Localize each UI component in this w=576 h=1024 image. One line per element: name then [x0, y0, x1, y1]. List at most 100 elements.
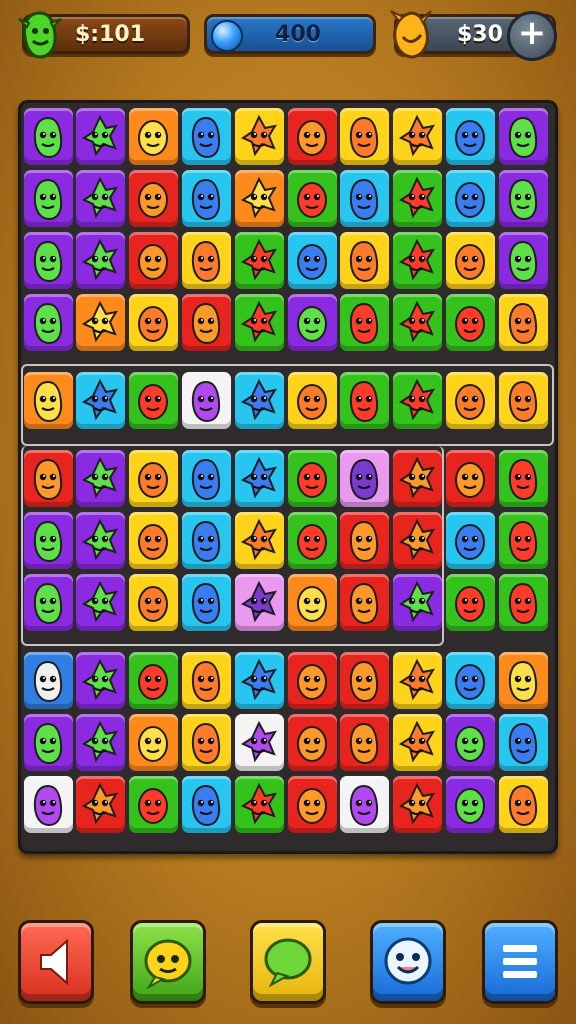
board-tile[interactable] [393, 450, 442, 507]
board-tile[interactable] [288, 232, 337, 289]
board-tile[interactable] [393, 294, 442, 351]
board-tile[interactable] [340, 714, 389, 771]
board-tile[interactable] [235, 294, 284, 351]
board-tile[interactable] [182, 714, 231, 771]
board-tile[interactable] [393, 232, 442, 289]
board-tile[interactable] [235, 714, 284, 771]
board-tile[interactable] [24, 108, 73, 165]
board-tile[interactable] [235, 574, 284, 631]
board-tile[interactable] [499, 652, 548, 709]
board-tile[interactable] [24, 372, 73, 429]
board-tile[interactable] [340, 232, 389, 289]
board-tile[interactable] [340, 776, 389, 833]
board-tile[interactable] [129, 776, 178, 833]
board-tile[interactable] [499, 776, 548, 833]
board-tile[interactable] [446, 108, 495, 165]
board-tile[interactable] [182, 776, 231, 833]
board-tile[interactable] [24, 294, 73, 351]
board-tile[interactable] [76, 108, 125, 165]
board-tile[interactable] [76, 294, 125, 351]
board-tile[interactable] [288, 294, 337, 351]
board-tile[interactable] [446, 450, 495, 507]
board-tile[interactable] [76, 512, 125, 569]
board-tile[interactable] [446, 372, 495, 429]
board-tile[interactable] [288, 170, 337, 227]
board-tile[interactable] [235, 512, 284, 569]
board-tile[interactable] [340, 652, 389, 709]
hint-button[interactable] [130, 920, 206, 1004]
board-tile[interactable] [76, 652, 125, 709]
add-coins-button[interactable]: + [507, 11, 557, 61]
board-tile[interactable] [235, 652, 284, 709]
board-tile[interactable] [129, 294, 178, 351]
board-tile[interactable] [235, 170, 284, 227]
board-tile[interactable] [499, 512, 548, 569]
board-tile[interactable] [393, 652, 442, 709]
board-tile[interactable] [129, 372, 178, 429]
board-tile[interactable] [129, 170, 178, 227]
board-tile[interactable] [24, 512, 73, 569]
board-tile[interactable] [393, 372, 442, 429]
board-tile[interactable] [499, 232, 548, 289]
board-tile[interactable] [340, 170, 389, 227]
board-tile[interactable] [129, 108, 178, 165]
board-tile[interactable] [76, 776, 125, 833]
board-tile[interactable] [446, 294, 495, 351]
board-tile[interactable] [235, 372, 284, 429]
board-tile[interactable] [288, 450, 337, 507]
board-tile[interactable] [499, 170, 548, 227]
board-tile[interactable] [499, 714, 548, 771]
board-tile[interactable] [288, 372, 337, 429]
board-tile[interactable] [235, 108, 284, 165]
board-tile[interactable] [182, 294, 231, 351]
board-tile[interactable] [446, 170, 495, 227]
board-tile[interactable] [340, 372, 389, 429]
board-tile[interactable] [24, 714, 73, 771]
board-tile[interactable] [24, 574, 73, 631]
board-tile[interactable] [288, 512, 337, 569]
board-tile[interactable] [182, 450, 231, 507]
board-tile[interactable] [446, 714, 495, 771]
board-tile[interactable] [340, 108, 389, 165]
board-tile[interactable] [129, 232, 178, 289]
board-tile[interactable] [235, 450, 284, 507]
board-tile[interactable] [182, 652, 231, 709]
board-tile[interactable] [288, 776, 337, 833]
board-tile[interactable] [182, 232, 231, 289]
board-tile[interactable] [393, 776, 442, 833]
board-tile[interactable] [288, 714, 337, 771]
board-tile[interactable] [340, 450, 389, 507]
board-tile[interactable] [446, 652, 495, 709]
board-tile[interactable] [499, 108, 548, 165]
board-tile[interactable] [129, 450, 178, 507]
board-tile[interactable] [182, 512, 231, 569]
board-tile[interactable] [76, 574, 125, 631]
board-tile[interactable] [499, 372, 548, 429]
profile-button[interactable] [370, 920, 446, 1004]
board-tile[interactable] [182, 170, 231, 227]
board-tile[interactable] [446, 232, 495, 289]
board-tile[interactable] [129, 574, 178, 631]
board-tile[interactable] [393, 170, 442, 227]
back-button[interactable] [18, 920, 94, 1004]
board-tile[interactable] [499, 294, 548, 351]
board-tile[interactable] [24, 232, 73, 289]
board-tile[interactable] [235, 776, 284, 833]
board-tile[interactable] [182, 574, 231, 631]
board-tile[interactable] [393, 714, 442, 771]
board-tile[interactable] [446, 776, 495, 833]
board-tile[interactable] [182, 372, 231, 429]
board-tile[interactable] [24, 170, 73, 227]
board-tile[interactable] [393, 108, 442, 165]
board-tile[interactable] [393, 512, 442, 569]
board-tile[interactable] [76, 450, 125, 507]
board-tile[interactable] [446, 512, 495, 569]
board-tile[interactable] [76, 232, 125, 289]
board-tile[interactable] [446, 574, 495, 631]
menu-button[interactable] [482, 920, 558, 1004]
board-tile[interactable] [129, 512, 178, 569]
board-tile[interactable] [24, 652, 73, 709]
board-tile[interactable] [24, 776, 73, 833]
board-tile[interactable] [393, 574, 442, 631]
board-tile[interactable] [499, 450, 548, 507]
